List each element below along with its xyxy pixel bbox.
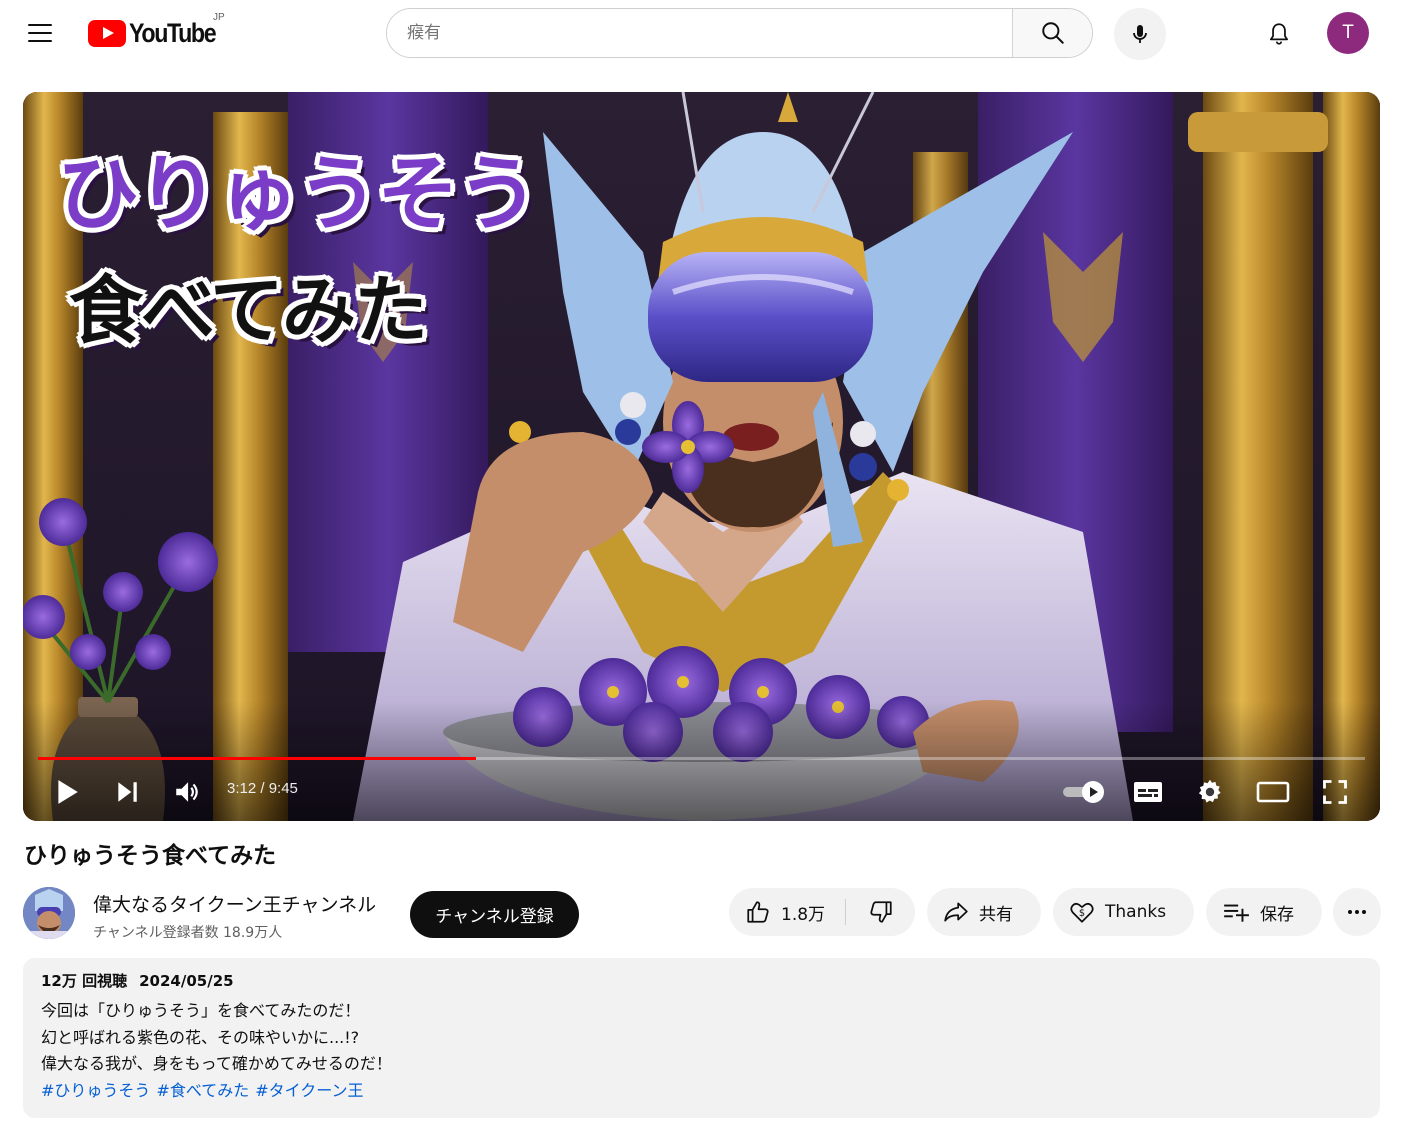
bell-icon — [1270, 23, 1288, 45]
upload-date: 2024/05/25 — [139, 972, 234, 990]
subscriber-count: チャンネル登録者数 18.9万人 — [93, 925, 283, 941]
volume-icon — [176, 782, 198, 802]
fullscreen-icon — [1323, 780, 1347, 804]
hashtag-list: #ひりゅうそう #食べてみた #タイクーン王 — [41, 1078, 1362, 1105]
thanks-label: Thanks — [1105, 902, 1167, 922]
share-label: 共有 — [979, 904, 1013, 925]
logo-text: YouTube — [129, 17, 217, 48]
description-line: 今回は「ひりゅうそう」を食べてみたのだ！ — [41, 1001, 361, 1020]
youtube-logo[interactable]: YouTube — [88, 18, 229, 48]
description-line: 幻と呼ばれる紫色の花、その味やいかに...!? — [41, 1027, 360, 1047]
settings-button[interactable] — [1190, 772, 1230, 812]
like-count: 1.8万 — [781, 904, 826, 925]
channel-name[interactable]: 偉大なるタイクーン王チャンネル — [93, 890, 376, 917]
more-actions-button[interactable] — [1333, 888, 1381, 936]
thanks-button[interactable]: $ Thanks — [1053, 888, 1194, 936]
description-meta: 12万 回視聴 2024/05/25 — [41, 970, 1362, 991]
subtitles-button[interactable] — [1128, 772, 1168, 812]
play-icon — [58, 780, 78, 804]
search-icon — [1041, 22, 1064, 44]
thumbs-down-icon — [869, 901, 892, 923]
region-code: JP — [213, 12, 225, 23]
description-line: 偉大なる我が、身をもって確かめてみせるのだ！ — [41, 1054, 392, 1073]
top-bar: YouTube JP T — [0, 0, 1402, 66]
video-player[interactable]: ひりゅうそう 食べてみた 3:12 / 9:45 — [23, 92, 1380, 821]
heart-dollar-icon: $ — [1070, 902, 1094, 923]
hashtag-link[interactable]: #ひりゅうそう — [41, 1081, 150, 1100]
share-icon — [944, 902, 968, 922]
hashtag-link[interactable]: #タイクーン王 — [255, 1081, 363, 1100]
notifications-button[interactable] — [1258, 13, 1300, 55]
like-button[interactable]: 1.8万 — [729, 888, 845, 936]
microphone-icon — [1133, 25, 1147, 43]
time-display: 3:12 / 9:45 — [227, 780, 298, 797]
gear-icon — [1198, 779, 1221, 803]
share-button[interactable]: 共有 — [927, 888, 1041, 936]
thumbs-up-icon — [747, 901, 769, 923]
search-button[interactable] — [1012, 9, 1092, 57]
description-box[interactable]: 12万 回視聴 2024/05/25 今回は「ひりゅうそう」を食べてみたのだ！ 幻… — [23, 958, 1380, 1118]
subscribe-button[interactable]: チャンネル登録 — [410, 891, 579, 938]
like-dislike-group: 1.8万 — [729, 888, 915, 936]
autoplay-toggle[interactable] — [1059, 772, 1109, 812]
channel-avatar[interactable] — [23, 887, 75, 939]
view-count: 12万 回視聴 — [41, 972, 128, 990]
controls-gradient — [23, 701, 1380, 821]
dislike-button[interactable] — [846, 888, 915, 936]
youtube-play-icon — [88, 19, 126, 47]
search-input[interactable] — [387, 9, 1012, 57]
account-avatar[interactable]: T — [1327, 12, 1369, 54]
svg-text:$: $ — [1079, 908, 1085, 919]
channel-avatar-image — [23, 887, 75, 939]
progress-bar[interactable] — [38, 757, 1365, 760]
volume-button[interactable] — [167, 772, 207, 812]
thumbnail-title-line1: ひりゅうそう — [57, 147, 539, 242]
thumbnail-title-line2: 食べてみた — [69, 268, 428, 354]
play-button[interactable] — [45, 772, 89, 812]
video-title: ひりゅうそう食べてみた — [24, 843, 277, 869]
subtitles-icon — [1134, 782, 1162, 802]
progress-played — [38, 757, 476, 760]
autoplay-icon — [1063, 781, 1104, 803]
skip-next-icon — [118, 782, 137, 802]
hashtag-link[interactable]: #食べてみた — [156, 1081, 249, 1100]
save-label: 保存 — [1260, 904, 1294, 925]
fullscreen-button[interactable] — [1315, 772, 1355, 812]
playlist-add-icon — [1224, 904, 1249, 922]
theater-mode-icon — [1256, 781, 1290, 803]
save-button[interactable]: 保存 — [1206, 888, 1322, 936]
more-horizontal-icon — [1348, 910, 1366, 914]
voice-search-button[interactable] — [1114, 8, 1166, 60]
theater-mode-button[interactable] — [1252, 772, 1294, 812]
menu-icon[interactable] — [20, 16, 60, 50]
search-bar — [386, 8, 1093, 58]
next-button[interactable] — [107, 772, 147, 812]
